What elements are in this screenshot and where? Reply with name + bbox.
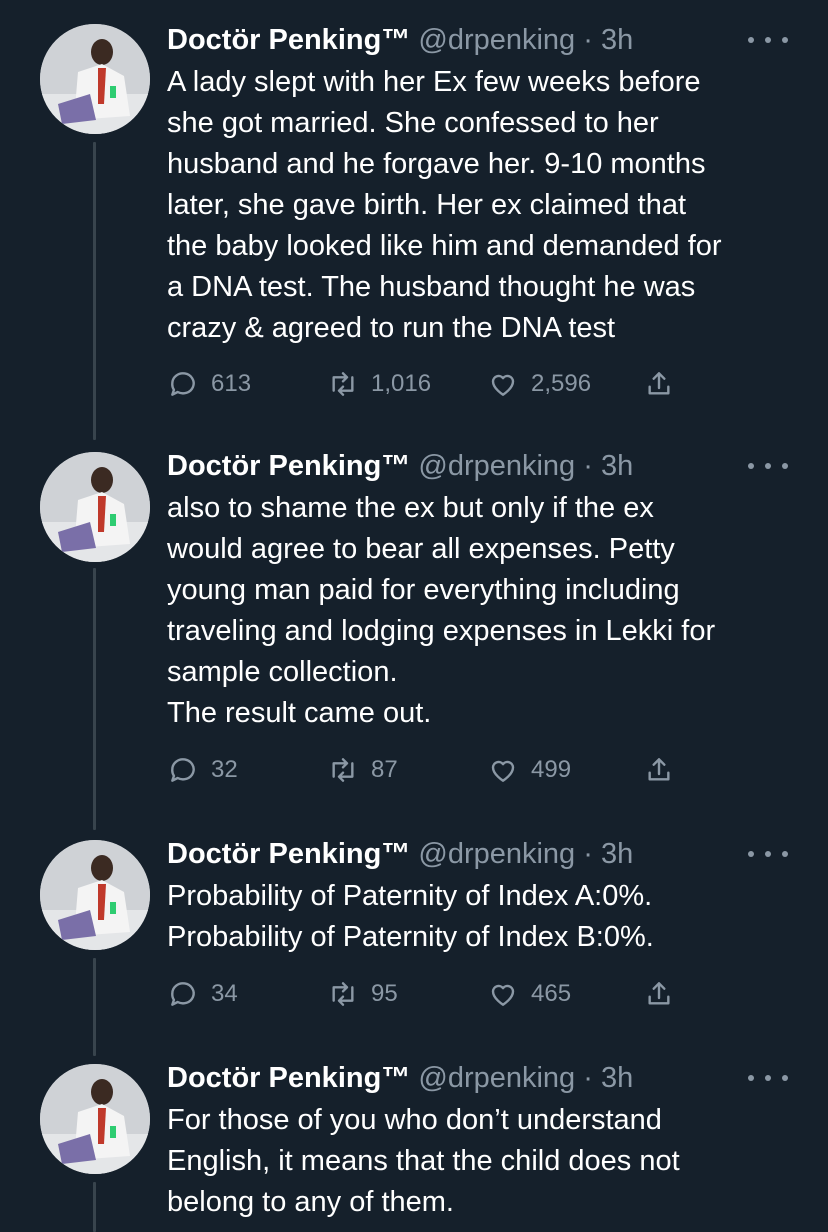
- heart-icon: [491, 374, 515, 396]
- tweet[interactable]: Doctör Penking™ @drpenking · 3h Probabil…: [0, 834, 828, 1024]
- more-options-icon[interactable]: [748, 848, 788, 860]
- retweet-button[interactable]: 87: [327, 750, 398, 790]
- avatar[interactable]: [40, 452, 150, 562]
- display-name[interactable]: Doctör Penking™: [167, 24, 410, 56]
- retweet-icon: [332, 758, 354, 782]
- avatar-image: [40, 1064, 150, 1174]
- display-name[interactable]: Doctör Penking™: [167, 450, 410, 482]
- reply-button[interactable]: 613: [167, 364, 251, 404]
- heart-icon: [491, 984, 515, 1006]
- share-button[interactable]: [643, 974, 675, 1014]
- like-button[interactable]: 465: [487, 974, 571, 1014]
- handle-time[interactable]: @drpenking · 3h: [418, 450, 633, 482]
- handle-time[interactable]: @drpenking · 3h: [418, 24, 633, 56]
- share-button[interactable]: [643, 750, 675, 790]
- tweet[interactable]: Doctör Penking™ @drpenking · 3h For thos…: [0, 1058, 828, 1232]
- tweet-text: A lady slept with her Ex few weeks befor…: [167, 66, 722, 344]
- retweet-button[interactable]: 1,016: [327, 364, 431, 404]
- like-count: 465: [531, 980, 572, 1007]
- more-options-icon[interactable]: [748, 460, 788, 472]
- retweet-icon: [332, 982, 354, 1006]
- like-button[interactable]: 499: [487, 750, 571, 790]
- action-bar: 34 95 465: [167, 974, 687, 1014]
- avatar[interactable]: [40, 840, 150, 950]
- retweet-icon: [332, 372, 354, 396]
- like-count: 499: [531, 756, 572, 783]
- display-name[interactable]: Doctör Penking™: [167, 838, 410, 870]
- tweet-header: Doctör Penking™ @drpenking · 3h: [167, 20, 633, 60]
- avatar-image: [40, 452, 150, 562]
- reply-count: 34: [211, 980, 238, 1007]
- like-button[interactable]: 2,596: [487, 364, 591, 404]
- tweet-header: Doctör Penking™ @drpenking · 3h: [167, 446, 633, 486]
- handle-time[interactable]: @drpenking · 3h: [418, 838, 633, 870]
- share-icon: [648, 982, 670, 1005]
- display-name[interactable]: Doctör Penking™: [167, 1062, 410, 1094]
- reply-icon: [171, 982, 195, 1006]
- heart-icon: [491, 760, 515, 782]
- reply-icon: [171, 758, 195, 782]
- tweet-header: Doctör Penking™ @drpenking · 3h: [167, 1058, 633, 1098]
- like-count: 2,596: [531, 370, 592, 397]
- action-bar: 613 1,016 2,596: [167, 364, 687, 404]
- tweet-header: Doctör Penking™ @drpenking · 3h: [167, 834, 633, 874]
- reply-button[interactable]: 32: [167, 750, 238, 790]
- tweet[interactable]: Doctör Penking™ @drpenking · 3h A lady s…: [0, 20, 828, 420]
- retweet-count: 87: [371, 756, 398, 783]
- tweet[interactable]: Doctör Penking™ @drpenking · 3h also to …: [0, 446, 828, 806]
- avatar-image: [40, 24, 150, 134]
- retweet-count: 95: [371, 980, 398, 1007]
- avatar[interactable]: [40, 24, 150, 134]
- more-options-icon[interactable]: [748, 34, 788, 46]
- action-bar: 32 87 499: [167, 750, 687, 790]
- handle-time[interactable]: @drpenking · 3h: [418, 1062, 633, 1094]
- retweet-button[interactable]: 95: [327, 974, 398, 1014]
- retweet-count: 1,016: [371, 370, 432, 397]
- avatar-image: [40, 840, 150, 950]
- tweet-text: For those of you who don’t understand En…: [167, 1104, 680, 1218]
- avatar[interactable]: [40, 1064, 150, 1174]
- share-button[interactable]: [643, 364, 675, 404]
- reply-count: 613: [211, 370, 252, 397]
- tweet-text: also to shame the ex but only if the ex …: [167, 492, 716, 729]
- tweet-text: Probability of Paternity of Index A:0%. …: [167, 880, 654, 953]
- reply-button[interactable]: 34: [167, 974, 238, 1014]
- share-icon: [648, 372, 670, 395]
- reply-icon: [171, 372, 195, 396]
- more-options-icon[interactable]: [748, 1072, 788, 1084]
- reply-count: 32: [211, 756, 238, 783]
- share-icon: [648, 758, 670, 781]
